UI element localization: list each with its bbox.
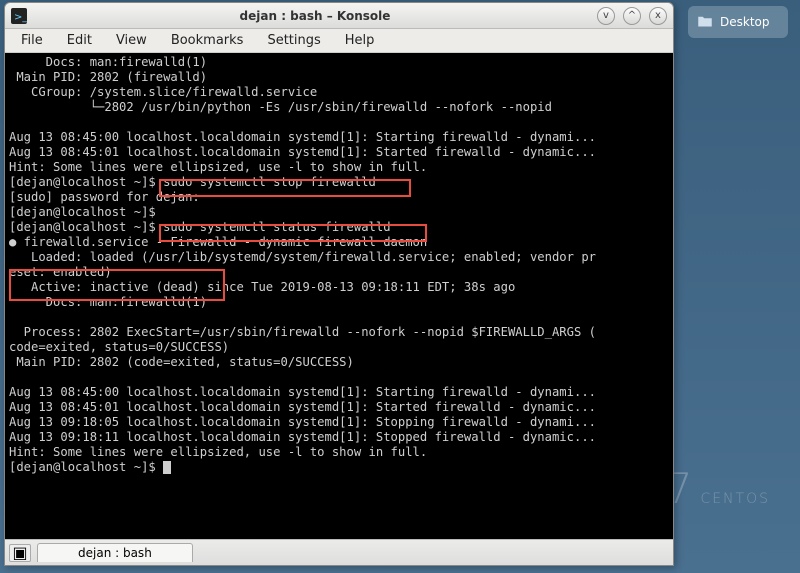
konsole-window: >_ dejan : bash – Konsole v ^ x File Edi… (4, 2, 674, 566)
term-line: Loaded: loaded (/usr/lib/systemd/system/… (9, 250, 596, 264)
cursor (163, 461, 171, 474)
term-line: code=exited, status=0/SUCCESS) (9, 340, 229, 354)
term-line: Process: 2802 ExecStart=/usr/sbin/firewa… (9, 325, 596, 339)
term-cmd-stop: sudo systemctl stop firewalld (163, 175, 376, 189)
terminal-viewport[interactable]: Docs: man:firewalld(1) Main PID: 2802 (f… (5, 53, 673, 539)
term-line: ● firewalld.service - Firewalld - dynami… (9, 235, 427, 249)
term-line: Hint: Some lines were ellipsized, use -l… (9, 160, 427, 174)
term-line: [sudo] password for dejan: (9, 190, 207, 204)
menu-edit[interactable]: Edit (55, 31, 104, 50)
menu-file[interactable]: File (9, 31, 55, 50)
term-line: Active: inactive (dead) since Tue 2019-0… (9, 280, 515, 294)
maximize-button[interactable]: ^ (623, 7, 641, 25)
centos-watermark: 7 CENTOS (666, 464, 770, 513)
tabbar: ▣ dejan : bash (5, 539, 673, 565)
tab-0[interactable]: dejan : bash (37, 543, 193, 562)
term-prompt: [dejan@localhost ~]$ (9, 175, 163, 189)
centos-label: CENTOS (700, 491, 770, 507)
term-cmd-status: sudo systemctl status firewalld (163, 220, 390, 234)
minimize-button[interactable]: v (597, 7, 615, 25)
term-line: Docs: man:firewalld(1) (9, 295, 207, 309)
term-line: Aug 13 08:45:00 localhost.localdomain sy… (9, 130, 596, 144)
titlebar-buttons: v ^ x (597, 7, 667, 25)
menu-settings[interactable]: Settings (255, 31, 332, 50)
term-line: eset: enabled) (9, 265, 112, 279)
titlebar[interactable]: >_ dejan : bash – Konsole v ^ x (5, 3, 673, 29)
term-line: Main PID: 2802 (code=exited, status=0/SU… (9, 355, 354, 369)
term-line: Hint: Some lines were ellipsized, use -l… (9, 445, 427, 459)
term-line: Main PID: 2802 (firewalld) (9, 70, 207, 84)
term-prompt: [dejan@localhost ~]$ (9, 220, 163, 234)
term-line: └─2802 /usr/bin/python -Es /usr/sbin/fir… (9, 100, 552, 114)
menu-help[interactable]: Help (333, 31, 387, 50)
term-line: Aug 13 08:45:00 localhost.localdomain sy… (9, 385, 596, 399)
term-line: Aug 13 09:18:11 localhost.localdomain sy… (9, 430, 596, 444)
new-tab-icon: ▣ (12, 543, 27, 562)
term-line: CGroup: /system.slice/firewalld.service (9, 85, 317, 99)
konsole-icon: >_ (11, 8, 27, 24)
term-line: Aug 13 08:45:01 localhost.localdomain sy… (9, 400, 596, 414)
menu-view[interactable]: View (104, 31, 159, 50)
svg-text:>_: >_ (14, 12, 27, 23)
folder-icon (696, 13, 714, 31)
window-title: dejan : bash – Konsole (33, 9, 597, 23)
desktop-shortcut-label: Desktop (720, 15, 770, 29)
term-line: Aug 13 08:45:01 localhost.localdomain sy… (9, 145, 596, 159)
term-prompt: [dejan@localhost ~]$ (9, 205, 163, 219)
menubar: File Edit View Bookmarks Settings Help (5, 29, 673, 53)
term-line: Aug 13 09:18:05 localhost.localdomain sy… (9, 415, 596, 429)
new-tab-button[interactable]: ▣ (9, 544, 31, 562)
desktop-shortcut[interactable]: Desktop (688, 6, 788, 38)
close-button[interactable]: x (649, 7, 667, 25)
menu-bookmarks[interactable]: Bookmarks (159, 31, 256, 50)
term-prompt: [dejan@localhost ~]$ (9, 460, 163, 474)
term-line: Docs: man:firewalld(1) (9, 55, 207, 69)
